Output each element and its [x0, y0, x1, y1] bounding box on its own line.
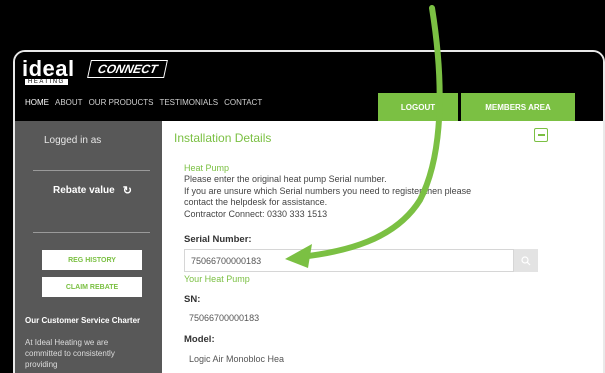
logged-in-label: Logged in as [44, 135, 102, 146]
nav-contact[interactable]: CONTACT [224, 98, 262, 107]
claim-rebate-button[interactable]: CLAIM REBATE [42, 277, 142, 297]
browser-frame: ideal HEATING CONNECT HOME ABOUT OUR PRO… [13, 50, 605, 373]
your-heat-pump-heading: Your Heat Pump [184, 274, 250, 284]
rebate-value-label: Rebate value [53, 185, 115, 196]
model-label: Model: [184, 334, 215, 345]
instructions: Please enter the original heat pump Seri… [184, 174, 524, 220]
refresh-icon[interactable]: ↻ [123, 184, 132, 197]
logo-brand: ideal [22, 56, 75, 81]
instruction-line: contact the helpdesk for assistance. [184, 197, 328, 207]
logo-product: CONNECT [86, 60, 168, 78]
instruction-line: Please enter the original heat pump Seri… [184, 174, 387, 184]
charter-title: Our Customer Service Charter [25, 316, 141, 325]
sidebar-divider [33, 170, 150, 171]
sidebar-divider [33, 232, 150, 233]
main-content: Installation Details Heat Pump Please en… [162, 121, 603, 373]
nav-about[interactable]: ABOUT [55, 98, 83, 107]
nav-home[interactable]: HOME [25, 98, 49, 107]
heat-pump-heading: Heat Pump [184, 163, 230, 173]
serial-number-label: Serial Number: [184, 234, 252, 245]
sidebar: Logged in as Rebate value ↻ REG HISTORY … [15, 121, 162, 373]
sn-value: 75066700000183 [189, 313, 260, 323]
collapse-icon[interactable] [534, 128, 548, 142]
serial-number-input[interactable] [184, 249, 514, 272]
rebate-value: Rebate value ↻ [53, 184, 132, 197]
main-nav: HOME ABOUT OUR PRODUCTS TESTIMONIALS CON… [25, 98, 262, 107]
members-area-button[interactable]: MEMBERS AREA [461, 93, 575, 121]
sn-label: SN: [184, 294, 201, 305]
nav-our-products[interactable]: OUR PRODUCTS [89, 98, 154, 107]
instruction-line: If you are unsure which Serial numbers y… [184, 185, 472, 196]
search-icon [521, 255, 531, 265]
reg-history-button[interactable]: REG HISTORY [42, 250, 142, 270]
nav-testimonials[interactable]: TESTIMONIALS [159, 98, 218, 107]
contractor-connect-line: Contractor Connect: 0330 333 1513 [184, 208, 328, 219]
model-value: Logic Air Monobloc Hea [189, 354, 285, 364]
charter-text: At Ideal Heating we are committed to con… [25, 338, 115, 369]
logout-button[interactable]: LOGOUT [378, 93, 458, 121]
search-button[interactable] [514, 249, 538, 272]
logo-sub: HEATING [25, 79, 68, 85]
page-title: Installation Details [174, 131, 272, 145]
ideal-connect-logo[interactable]: ideal HEATING CONNECT [22, 56, 168, 85]
